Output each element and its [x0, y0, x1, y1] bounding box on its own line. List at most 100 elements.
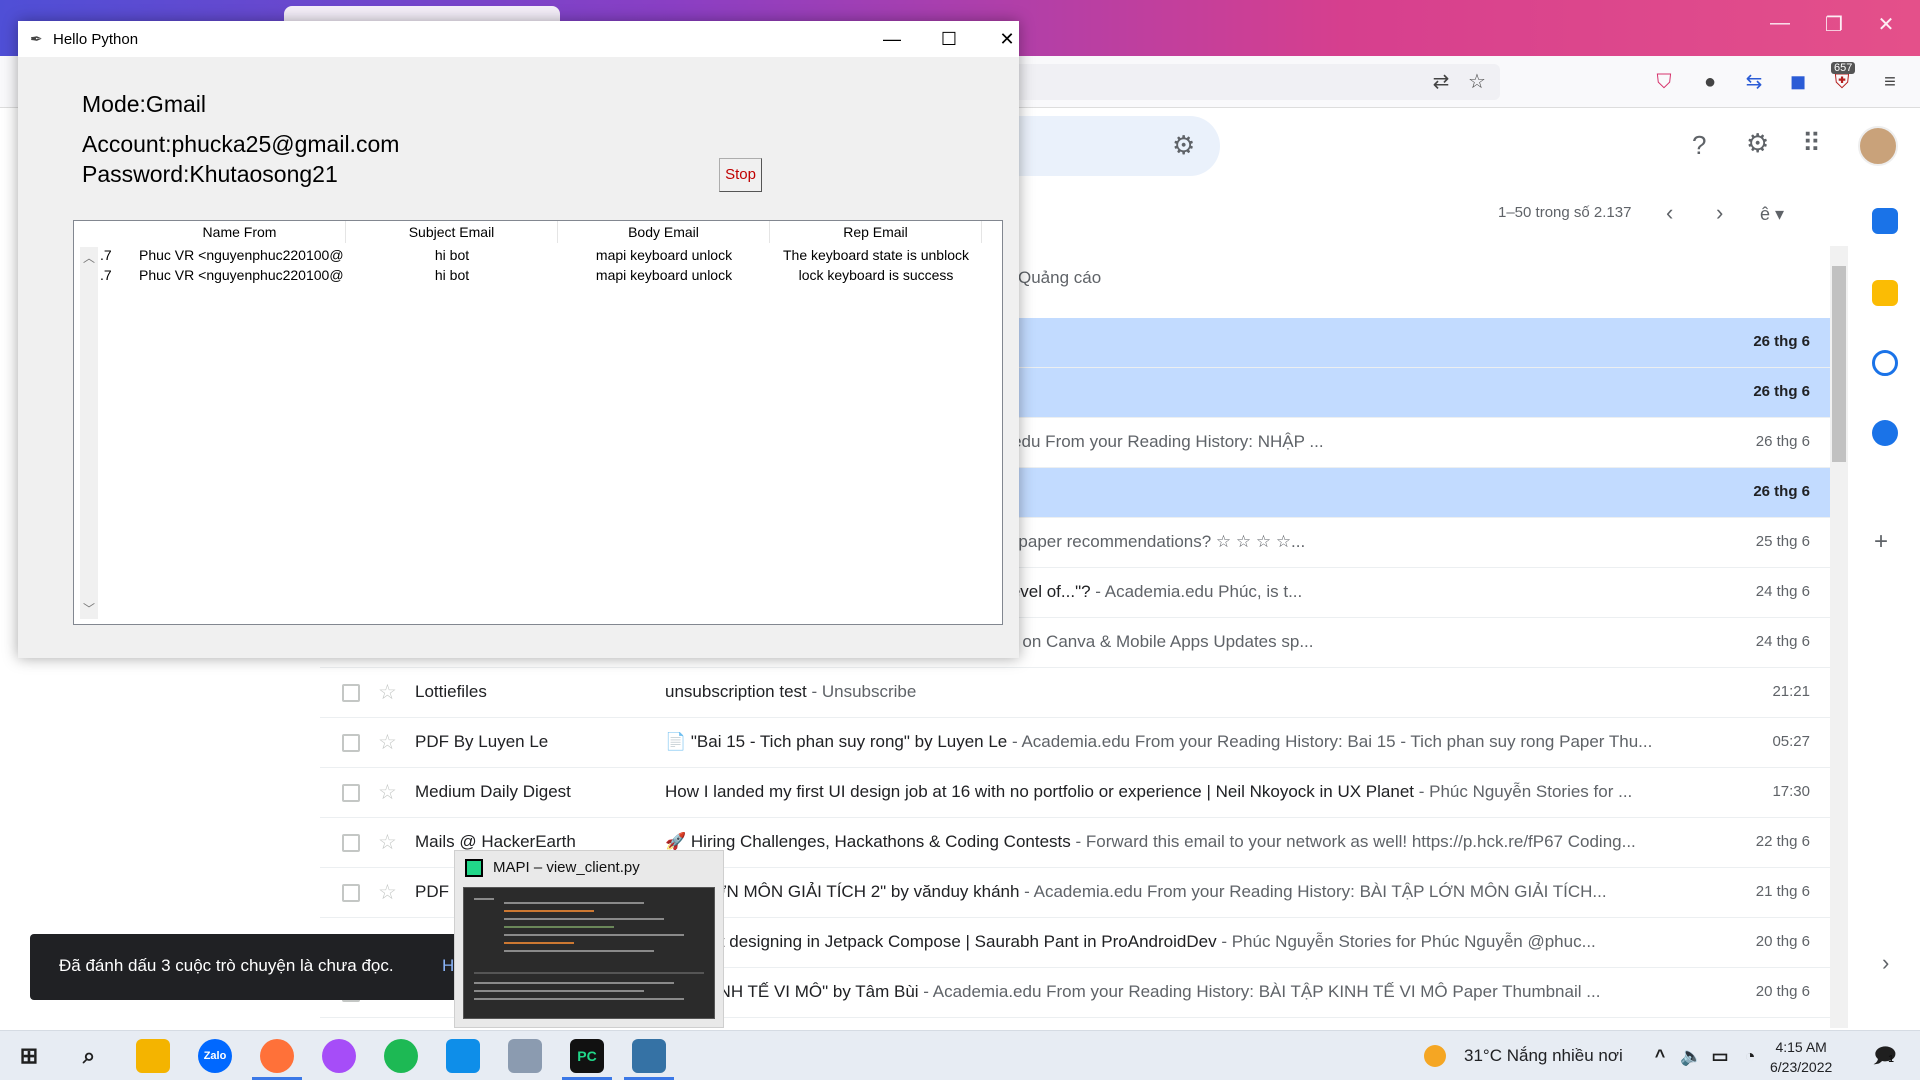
tasks-icon[interactable]	[1872, 350, 1898, 376]
row-id: .7	[100, 267, 112, 283]
teamviewer-icon[interactable]	[446, 1039, 480, 1073]
mail-date: 26 thg 6	[1753, 333, 1810, 350]
mail-date: 20 thg 6	[1755, 933, 1810, 950]
close-icon[interactable]: ✕	[984, 25, 1030, 53]
star-icon[interactable]: ☆	[378, 880, 397, 905]
stop-button[interactable]: Stop	[719, 158, 762, 192]
star-icon[interactable]: ☆	[378, 780, 397, 805]
mail-row[interactable]: ☆ PDF By Luyen Le 📄 "Bai 15 - Tich phan su…	[320, 718, 1830, 768]
row-checkbox[interactable]	[342, 684, 360, 702]
scroll-thumb[interactable]	[1832, 266, 1846, 462]
mail-snippet: - Academia.edu From your Reading History…	[1007, 732, 1653, 751]
avatar[interactable]	[1858, 126, 1898, 166]
tray-chevron-icon[interactable]: ^	[1650, 1039, 1670, 1073]
mail-subject: 🚀 Hiring Challenges, Hackathons & Coding…	[665, 832, 1705, 852]
snackbar-text: Đã đánh dấu 3 cuộc trò chuyện là chưa đọ…	[59, 956, 394, 975]
browser-close-icon[interactable]: ✕	[1866, 12, 1906, 37]
pycharm-taskbar-icon[interactable]: PC	[570, 1039, 604, 1073]
next-page-icon[interactable]: ›	[1716, 200, 1723, 226]
mail-row[interactable]: ☆ Lottiefiles unsubscription test - Unsubs…	[320, 668, 1830, 718]
messenger-icon[interactable]	[322, 1039, 356, 1073]
wifi-icon[interactable]: ◔	[1740, 1039, 1760, 1073]
mail-snippet: - Academia.edu Phúc, is t...	[1090, 582, 1303, 601]
search-options-icon[interactable]: ⚙	[1172, 130, 1195, 161]
volume-icon[interactable]: 🔈	[1680, 1039, 1702, 1073]
column-header[interactable]: Name From	[134, 221, 346, 243]
mail-date: 20 thg 6	[1755, 983, 1810, 1000]
row-checkbox[interactable]	[342, 834, 360, 852]
battery-icon[interactable]: ▭	[1710, 1039, 1730, 1073]
snackbar-action[interactable]: H	[442, 956, 454, 976]
taskbar-window-preview[interactable]: MAPI – view_client.py	[454, 850, 724, 1028]
maximize-icon[interactable]: ☐	[926, 25, 972, 53]
input-tools-icon[interactable]: ê ▾	[1760, 204, 1784, 225]
menu-icon[interactable]: ≡	[1874, 66, 1906, 98]
contacts-icon[interactable]	[1872, 420, 1898, 446]
star-icon[interactable]: ☆	[378, 680, 397, 705]
minimize-icon[interactable]: —	[869, 25, 915, 53]
browser-restore-icon[interactable]: ❐	[1814, 12, 1854, 37]
mail-subject-text: n layout designing in Jetpack Compose | …	[665, 932, 1217, 951]
photos-icon[interactable]	[508, 1039, 542, 1073]
row-checkbox[interactable]	[342, 734, 360, 752]
mail-subject: unsubscription test - Unsubscribe	[665, 682, 1705, 702]
add-addon-icon[interactable]: +	[1874, 528, 1888, 556]
weather-icon[interactable]	[1424, 1045, 1446, 1067]
star-icon[interactable]: ☆	[378, 730, 397, 755]
extension-icon[interactable]: ◼	[1782, 66, 1814, 98]
scroll-up-icon[interactable]: ︿	[83, 249, 95, 266]
expand-panel-icon[interactable]: ›	[1882, 950, 1889, 976]
column-header[interactable]: Rep Email	[770, 221, 982, 243]
mode-label: Mode:Gmail	[82, 91, 206, 117]
address-bar[interactable]	[980, 64, 1500, 100]
prev-page-icon[interactable]: ‹	[1666, 200, 1673, 226]
preview-title: MAPI – view_client.py	[493, 859, 640, 876]
feather-icon: ✒	[30, 31, 43, 48]
column-header[interactable]: Body Email	[558, 221, 770, 243]
calendar-icon[interactable]	[1872, 208, 1898, 234]
spotify-icon[interactable]	[384, 1039, 418, 1073]
mail-date: 24 thg 6	[1755, 633, 1810, 650]
python-taskbar-icon[interactable]	[632, 1039, 666, 1073]
password-label: Password:Khutaosong21	[82, 161, 338, 187]
file-explorer-icon[interactable]	[136, 1039, 170, 1073]
settings-gear-icon[interactable]: ⚙	[1746, 128, 1769, 159]
extension-badge: 657	[1831, 62, 1856, 74]
browser-minimize-icon[interactable]: —	[1760, 12, 1800, 35]
translate-icon[interactable]: ⇄	[1425, 66, 1457, 98]
scroll-down-icon[interactable]: ﹀	[83, 600, 95, 617]
clock[interactable]: 4:15 AM 6/23/2022	[1770, 1037, 1832, 1077]
windows-taskbar: ⊞ ⌕ Zalo PC 31°C Nắng nhiều nơi ^ 🔈 ▭ ◔ …	[0, 1030, 1920, 1080]
windows-start-icon[interactable]: ⊞	[12, 1039, 46, 1073]
weather-text[interactable]: 31°C Nắng nhiều nơi	[1464, 1046, 1623, 1066]
account-icon[interactable]: ●	[1694, 66, 1726, 98]
help-icon[interactable]: ?	[1692, 130, 1706, 161]
zalo-icon[interactable]: Zalo	[198, 1039, 232, 1073]
mail-sender: Medium Daily Digest	[415, 782, 571, 801]
mail-date: 22 thg 6	[1755, 833, 1810, 850]
star-icon[interactable]: ☆	[378, 830, 397, 855]
tree-row[interactable]: .7 Phuc VR <nguyenphuc220100@ hi bot mapi k…	[74, 265, 1002, 285]
mail-snippet: - Unsubscribe	[806, 682, 917, 701]
translate-ext-icon[interactable]: ⇆	[1738, 66, 1770, 98]
preview-thumbnail	[463, 887, 715, 1019]
firefox-icon[interactable]	[260, 1039, 294, 1073]
pocket-icon[interactable]: ⛉	[1648, 66, 1680, 98]
mail-sender: Lottiefiles	[415, 682, 487, 701]
bookmark-star-icon[interactable]: ☆	[1461, 66, 1493, 98]
side-panel	[1848, 188, 1920, 1028]
treeview-scrollbar[interactable]: ︿ ﹀	[80, 247, 98, 619]
column-header[interactable]: Subject Email	[346, 221, 558, 243]
row-checkbox[interactable]	[342, 784, 360, 802]
tab-promotions[interactable]: Quảng cáo	[1018, 268, 1101, 288]
keep-icon[interactable]	[1872, 280, 1898, 306]
email-treeview[interactable]: Name From Subject Email Body Email Rep Emai…	[73, 220, 1003, 625]
window-titlebar[interactable]: ✒ Hello Python — ☐ ✕	[18, 21, 1019, 57]
mail-row[interactable]: ☆ Medium Daily Digest How I landed my firs…	[320, 768, 1830, 818]
tree-row[interactable]: .7 Phuc VR <nguyenphuc220100@ hi bot mapi k…	[74, 245, 1002, 265]
cell-name-from: Phuc VR <nguyenphuc220100@	[139, 247, 344, 263]
mail-subject-text: 📄 "Bai 15 - Tich phan suy rong" by Luyen…	[665, 732, 1008, 751]
row-checkbox[interactable]	[342, 884, 360, 902]
apps-grid-icon[interactable]: ⠿	[1802, 128, 1821, 159]
search-icon[interactable]: ⌕	[72, 1039, 106, 1073]
